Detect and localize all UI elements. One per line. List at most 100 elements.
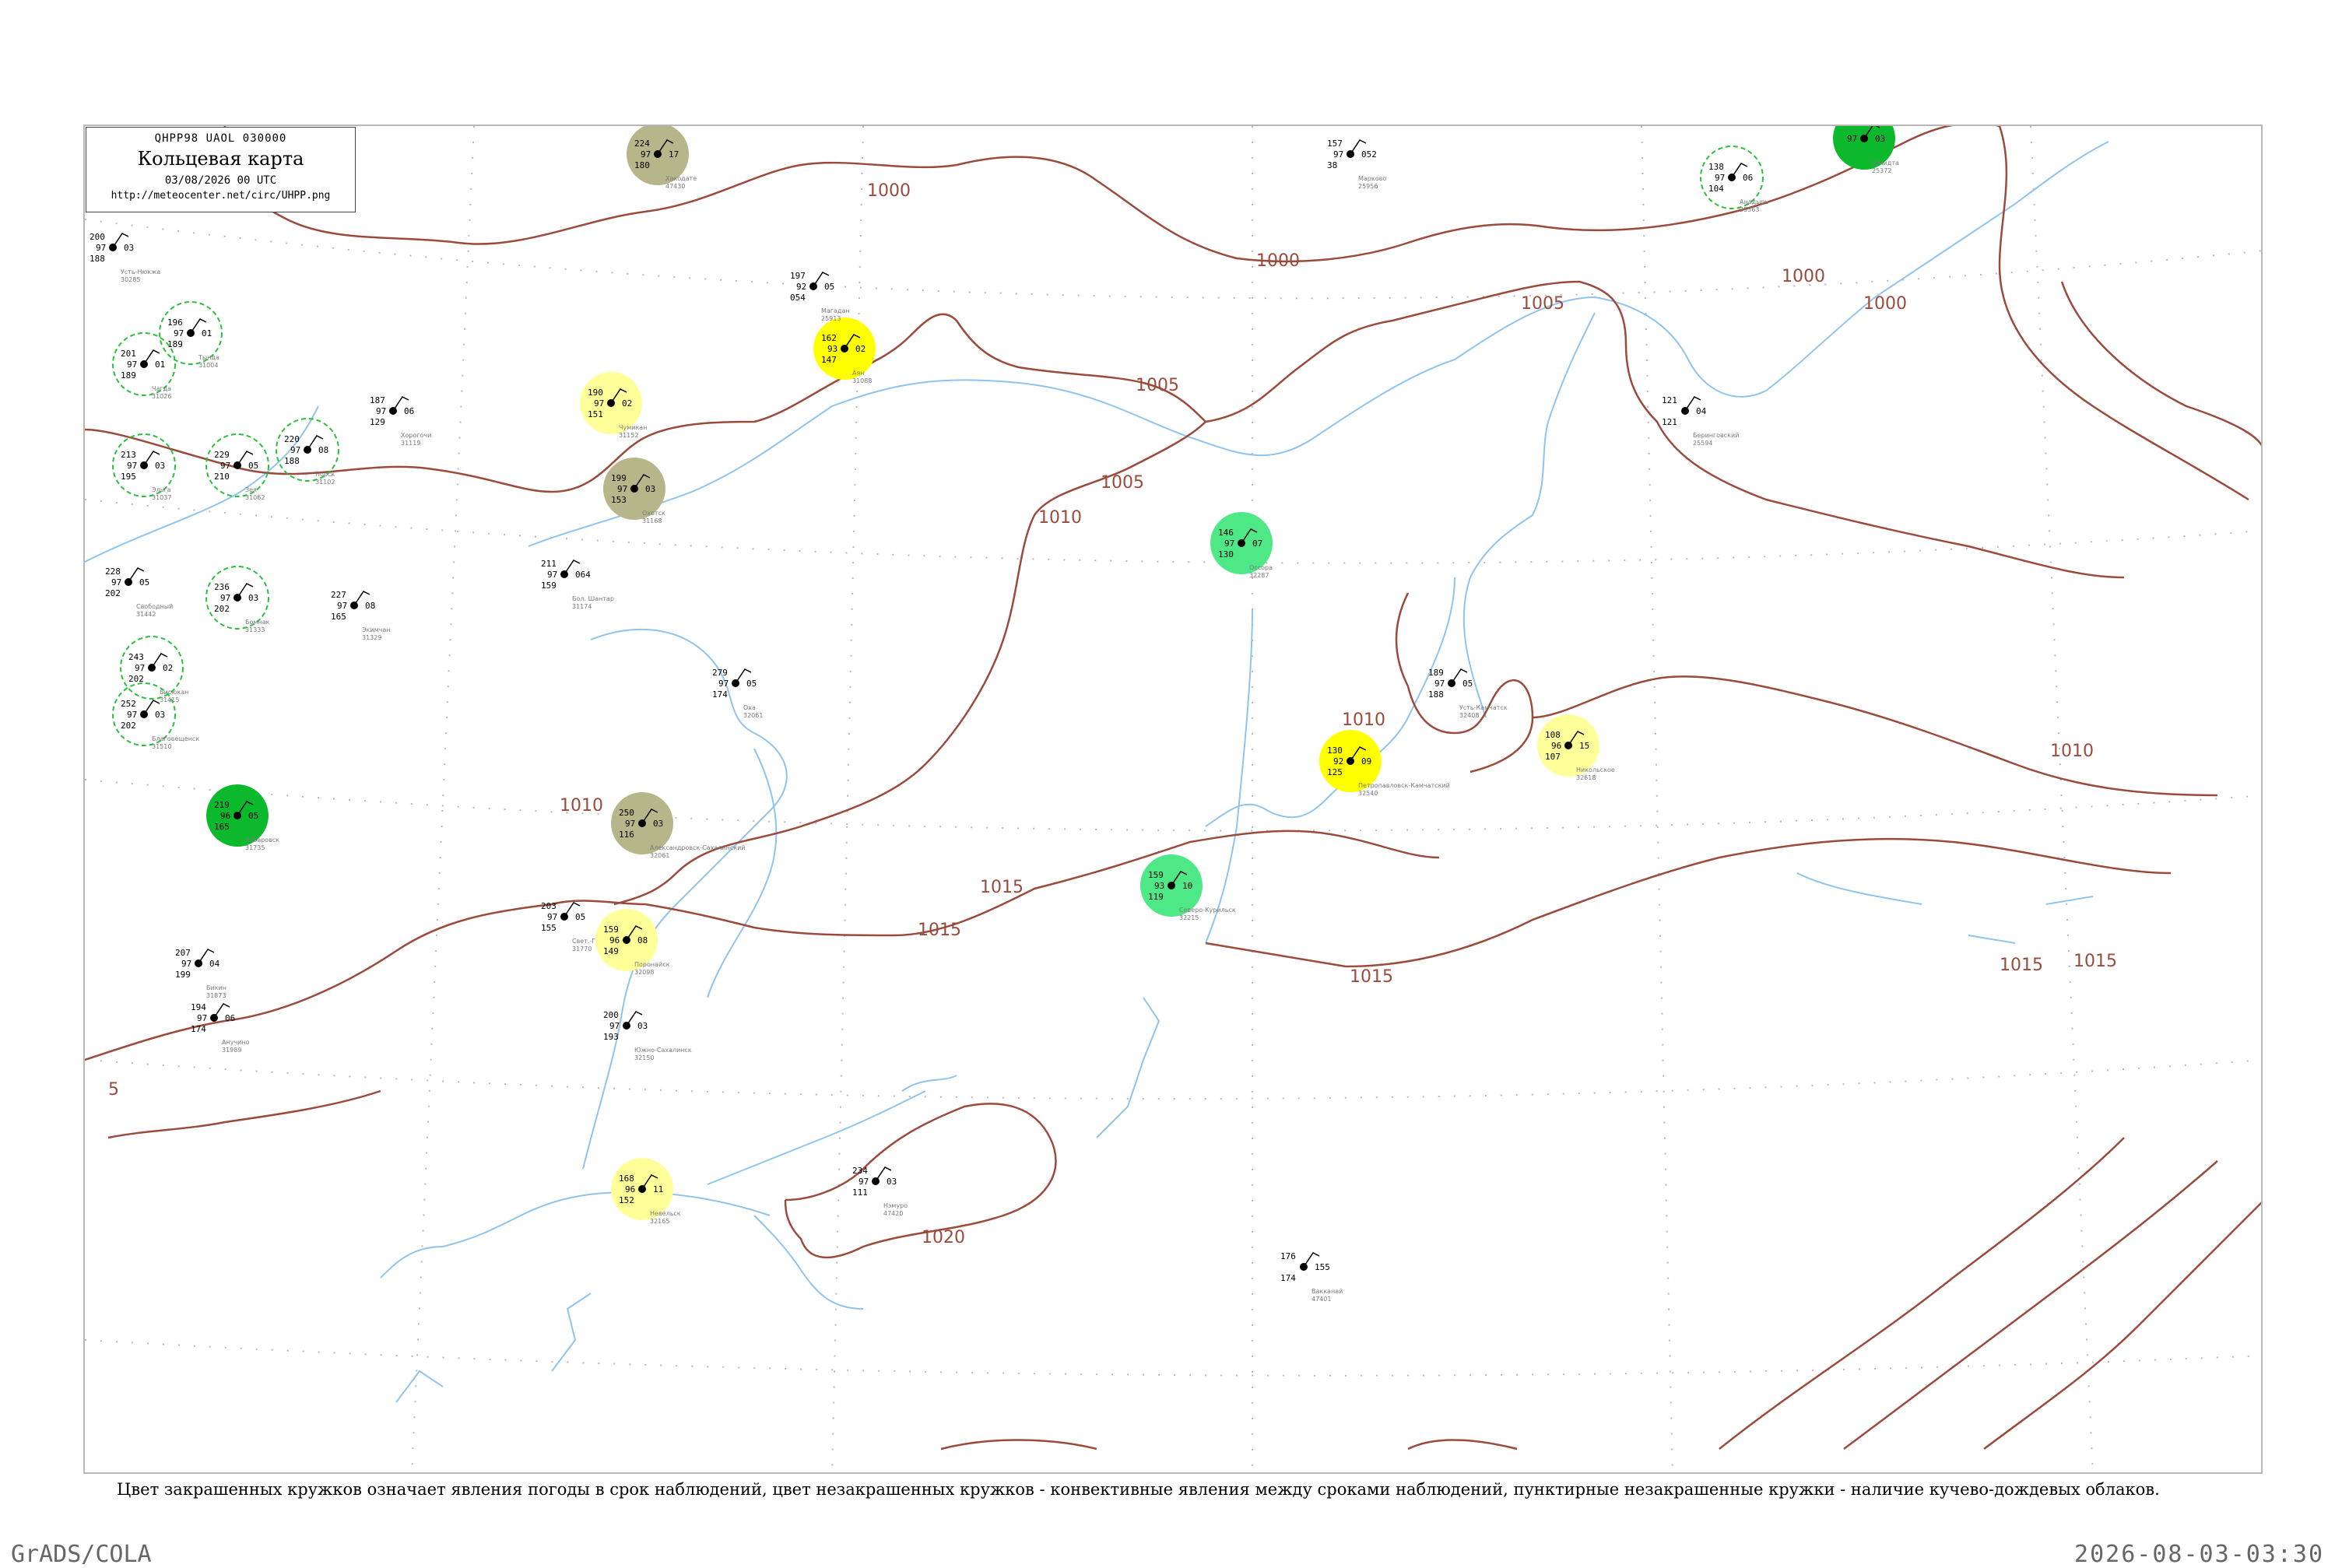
- station-present-weather: 92: [796, 282, 806, 292]
- station-present-weather: 93: [827, 344, 837, 354]
- footer-timestamp: 2026-08-03-03:30: [2074, 1541, 2324, 1568]
- station-name: Шмидта: [1872, 160, 1899, 167]
- station-marker[interactable]: 2439720202Бирюкан31415: [120, 636, 188, 703]
- station-dewpoint: 111: [852, 1187, 868, 1198]
- station-name: Экимчан: [362, 626, 391, 633]
- station-code: 32408: [1459, 712, 1479, 719]
- station-temperature: 252: [121, 699, 136, 709]
- station-marker[interactable]: 20797199 04 Бикин31873: [175, 948, 226, 999]
- station-dewpoint: 174: [1280, 1273, 1296, 1283]
- station-marker[interactable]: 20197189 01 Чагда31026: [112, 332, 176, 400]
- station-name: Чагда: [152, 385, 171, 392]
- station-dewpoint: 159: [541, 581, 557, 591]
- station-marker[interactable]: 21197159 064 Бол. Шантар31174: [541, 559, 614, 610]
- map-title-box: QHPP98 UAOL 030000 Кольцевая карта 03/08…: [86, 127, 356, 212]
- station-marker[interactable]: 19697189 01 Тында31004: [159, 301, 223, 369]
- station-marker[interactable]: 18797129 06 Хорогочи31119: [370, 395, 431, 447]
- station-pressure: 064: [575, 570, 591, 580]
- station-dewpoint: 116: [619, 830, 634, 840]
- station-marker[interactable]: 22497180 17 Хакодате47430: [627, 126, 697, 190]
- station-marker[interactable]: 21397195 03 Эльга31037: [112, 433, 176, 501]
- station-temperature: 207: [175, 948, 191, 958]
- station-marker[interactable]: 16293147 02 Аян31088: [813, 317, 876, 384]
- station-temperature: 121: [1662, 395, 1677, 405]
- station-marker[interactable]: 15993119 10 Северо-Курильск32215: [1140, 854, 1236, 921]
- station-marker[interactable]: 22097188 08 Норск31102: [276, 418, 339, 486]
- station-dewpoint: 153: [611, 495, 627, 505]
- isobar-label: 1010: [2050, 742, 2094, 761]
- station-name: Никольское: [1576, 766, 1615, 773]
- station-pressure: 03: [155, 461, 165, 471]
- station-marker[interactable]: 121 121 04 Беринговский25594: [1662, 395, 1739, 447]
- station-marker[interactable]: 21996165 05 Хабаровск31735: [206, 784, 279, 851]
- station-code: 32618: [1576, 774, 1596, 781]
- station-name: Чумикан: [619, 424, 647, 431]
- station-marker[interactable]: 14697130 07 Оссора32287: [1210, 512, 1273, 579]
- station-code: 31088: [852, 377, 872, 384]
- isobar-label: 1010: [1342, 710, 1385, 730]
- station-marker[interactable]: 22897202 05 Свободный31442: [105, 567, 173, 618]
- station-code: 31989: [222, 1047, 241, 1054]
- station-marker[interactable]: 19097151 02 Чумикан31152: [580, 372, 647, 439]
- station-pressure: 04: [1696, 406, 1707, 416]
- station-temperature: 228: [105, 567, 121, 577]
- station-present-weather: 97: [127, 461, 137, 471]
- station-name: Тында: [198, 354, 219, 361]
- station-code: 32061: [650, 852, 669, 859]
- station-marker[interactable]: 19792054 05 Магадан25913: [790, 271, 850, 322]
- station-marker[interactable]: 27997174 05 Оха32061: [712, 668, 763, 719]
- station-marker[interactable]: 97 03 Шмидта25372: [1833, 126, 1899, 174]
- station-code: 32098: [634, 969, 654, 976]
- station-dewpoint: 152: [619, 1195, 634, 1205]
- station-pressure: 08: [637, 935, 648, 945]
- station-pressure: 052: [1361, 149, 1377, 160]
- isobar-label: 1015: [2000, 956, 2043, 975]
- station-marker[interactable]: 19997153 03 Охотск31168: [603, 458, 665, 524]
- station-marker[interactable]: 25097116 03 Александровск-Сахалинский32061: [611, 792, 746, 859]
- station-dewpoint: 147: [821, 355, 837, 365]
- map-caption: Цвет закрашенных кружков означает явлени…: [117, 1480, 2160, 1499]
- station-marker[interactable]: 1579738 052 Марково25956: [1327, 139, 1386, 190]
- station-present-weather: 97: [111, 577, 121, 588]
- station-dewpoint: 38: [1327, 160, 1337, 170]
- station-code: 31004: [198, 362, 218, 369]
- station-code: 30285: [121, 276, 140, 283]
- station-pressure: 11: [653, 1184, 663, 1194]
- station-marker[interactable]: 20097188 03 Усть-Нюкжа30285: [90, 232, 160, 283]
- station-name: Оссора: [1249, 564, 1273, 571]
- station-code: 47401: [1311, 1296, 1331, 1303]
- station-name: Магадан: [821, 307, 850, 314]
- station-marker[interactable]: 23697202 03 Бомнак31333: [205, 566, 270, 633]
- isobar-label: 1015: [2073, 952, 2117, 971]
- station-marker[interactable]: 23497111 03 Нэмуро47420: [852, 1166, 908, 1217]
- station-temperature: 196: [167, 317, 183, 328]
- station-pressure: 155: [1315, 1262, 1330, 1272]
- station-name: Южно-Сахалинск: [634, 1047, 692, 1054]
- station-marker[interactable]: 16896152 11 Невельск32165: [611, 1158, 681, 1225]
- station-temperature: 157: [1327, 139, 1343, 149]
- station-dewpoint: 188: [284, 456, 300, 466]
- station-name: Хорогочи: [401, 432, 431, 439]
- station-marker[interactable]: 15996149 08 Поронайск32098: [595, 909, 670, 976]
- station-dewpoint: 174: [712, 689, 728, 700]
- station-marker[interactable]: 22797165 08 Экимчан31329: [331, 590, 391, 641]
- station-marker[interactable]: 176 174 155 Вакканай47401: [1280, 1251, 1343, 1303]
- station-marker[interactable]: 13092125 09 Петропавловск-Камчатский32540: [1319, 730, 1450, 797]
- station-marker[interactable]: 22997210 05 Зея31062: [205, 433, 269, 501]
- station-temperature: 190: [588, 388, 603, 398]
- station-marker[interactable]: 20097193 03 Южно-Сахалинск32150: [603, 1010, 692, 1061]
- station-pressure: 03: [645, 484, 655, 494]
- station-dewpoint: 129: [370, 417, 385, 427]
- station-marker[interactable]: 10896107 15 Никольское32618: [1537, 714, 1615, 781]
- station-marker[interactable]: 19497174 06 Анучино31989: [191, 1002, 250, 1054]
- station-name: Беринговский: [1693, 432, 1739, 439]
- station-temperature: 250: [619, 808, 634, 818]
- station-present-weather: 97: [1333, 149, 1343, 160]
- station-temperature: 162: [821, 333, 837, 343]
- station-code: 25594: [1693, 440, 1712, 447]
- station-marker[interactable]: 13897104 06 Анадырь25563: [1700, 146, 1769, 213]
- station-dewpoint: 165: [214, 822, 230, 832]
- map-url[interactable]: http://meteocenter.net/circ/UHPP.png: [86, 190, 355, 202]
- station-pressure: 05: [824, 282, 834, 292]
- station-temperature: 199: [611, 473, 627, 483]
